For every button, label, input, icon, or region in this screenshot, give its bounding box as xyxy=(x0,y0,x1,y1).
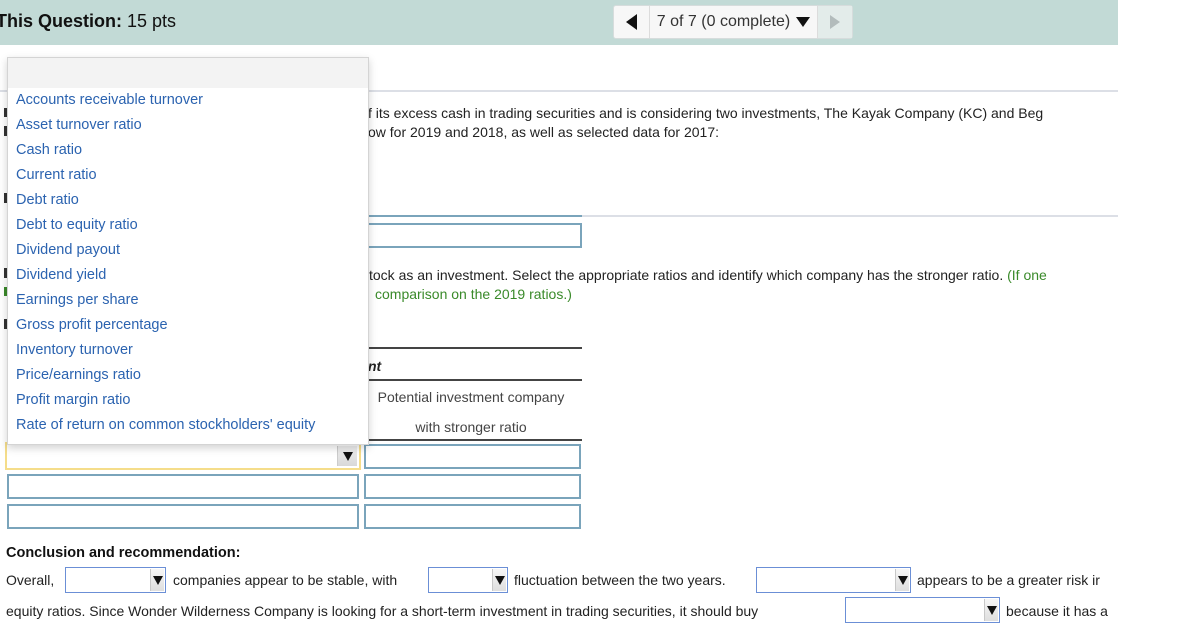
table-header-fragment: nt xyxy=(368,358,382,374)
column-header-company-line2: with stronger ratio xyxy=(415,419,527,435)
conclusion-text: appears to be a greater risk ir xyxy=(917,572,1100,588)
dropdown-option[interactable]: Dividend payout xyxy=(8,238,368,263)
ratio-dropdown-list: Accounts receivable turnover Asset turnov… xyxy=(7,57,369,445)
points-value: 15 pts xyxy=(127,11,177,31)
intro-line-1: f its excess cash in trading securities … xyxy=(368,105,1044,121)
next-question-button[interactable] xyxy=(818,6,852,38)
dropdown-option[interactable]: Gross profit percentage xyxy=(8,313,368,338)
question-points: This Question: 15 pts xyxy=(0,11,176,32)
dropdown-option[interactable]: Debt to equity ratio xyxy=(8,213,368,238)
conclusion-select-3[interactable] xyxy=(756,567,911,593)
dropdown-option[interactable]: Inventory turnover xyxy=(8,338,368,363)
dropdown-option[interactable]: Debt ratio xyxy=(8,188,368,213)
input-border-fragment xyxy=(360,215,582,217)
dropdown-arrow-button[interactable] xyxy=(150,569,164,591)
company-input-row-2[interactable] xyxy=(364,474,581,499)
question-header: This Question: 15 pts 7 of 7 (0 complete… xyxy=(0,0,1118,45)
triangle-down-icon xyxy=(342,451,353,461)
triangle-left-icon xyxy=(626,14,637,30)
table-header-bottom-rule xyxy=(360,439,582,441)
triangle-right-icon xyxy=(830,15,840,29)
instruction-main: tock as an investment. Select the approp… xyxy=(369,267,1004,283)
triangle-down-icon xyxy=(494,575,505,585)
table-header-rule xyxy=(360,379,582,381)
conclusion-text: fluctuation between the two years. xyxy=(514,572,726,588)
ratio-input-row-3[interactable] xyxy=(7,504,359,529)
dropdown-arrow-button[interactable] xyxy=(337,446,357,466)
conclusion-select-4[interactable] xyxy=(845,597,1000,623)
dropdown-option[interactable]: Dividend yield xyxy=(8,263,368,288)
column-header-company-line1: Potential investment company xyxy=(377,389,565,405)
conclusion-select-1[interactable] xyxy=(65,567,166,593)
conclusion-heading: Conclusion and recommendation: xyxy=(6,545,241,561)
table-top-rule xyxy=(360,347,582,349)
instruction-note-continued: comparison on the 2019 ratios.) xyxy=(375,286,572,302)
triangle-down-icon xyxy=(152,575,163,585)
dropdown-arrow-button[interactable] xyxy=(984,599,998,621)
dropdown-option[interactable]: Rate of return on common stockholders' e… xyxy=(8,413,368,438)
dropdown-option[interactable]: Accounts receivable turnover xyxy=(8,88,368,113)
instruction-text: tock as an investment. Select the approp… xyxy=(369,267,1047,283)
dropdown-option[interactable]: Current ratio xyxy=(8,163,368,188)
dropdown-arrow-button[interactable] xyxy=(492,569,506,591)
company-input-row-3[interactable] xyxy=(364,504,581,529)
instruction-note-start: (If one xyxy=(1007,267,1047,283)
question-counter-dropdown[interactable]: 7 of 7 (0 complete) xyxy=(650,6,818,38)
conclusion-text: companies appear to be stable, with xyxy=(173,572,398,588)
ratio-select-row-1[interactable] xyxy=(5,442,361,470)
question-label: This Question: xyxy=(0,11,122,31)
triangle-down-icon xyxy=(796,17,811,27)
dropdown-option[interactable]: Asset turnover ratio xyxy=(8,113,368,138)
dropdown-option[interactable]: Profit margin ratio xyxy=(8,388,368,413)
triangle-down-icon xyxy=(897,575,908,585)
conclusion-text: Overall, xyxy=(6,572,55,588)
company-input-row-1[interactable] xyxy=(364,444,581,469)
dropdown-option[interactable]: Cash ratio xyxy=(8,138,368,163)
conclusion-text: equity ratios. Since Wonder Wilderness C… xyxy=(6,603,759,619)
dropdown-arrow-button[interactable] xyxy=(895,569,909,591)
question-counter-text: 7 of 7 (0 complete) xyxy=(656,13,791,30)
dropdown-option-blank[interactable] xyxy=(8,58,368,88)
dropdown-option[interactable]: Price/earnings ratio xyxy=(8,363,368,388)
conclusion-text: because it has a xyxy=(1006,603,1108,619)
intro-line-2: ow for 2019 and 2018, as well as selecte… xyxy=(368,124,720,140)
data-input-field[interactable] xyxy=(360,223,582,248)
dropdown-option[interactable]: Earnings per share xyxy=(8,288,368,313)
triangle-down-icon xyxy=(986,605,997,615)
ratio-input-row-2[interactable] xyxy=(7,474,359,499)
question-navigator: 7 of 7 (0 complete) xyxy=(613,5,853,39)
previous-question-button[interactable] xyxy=(614,6,650,38)
conclusion-select-2[interactable] xyxy=(428,567,508,593)
